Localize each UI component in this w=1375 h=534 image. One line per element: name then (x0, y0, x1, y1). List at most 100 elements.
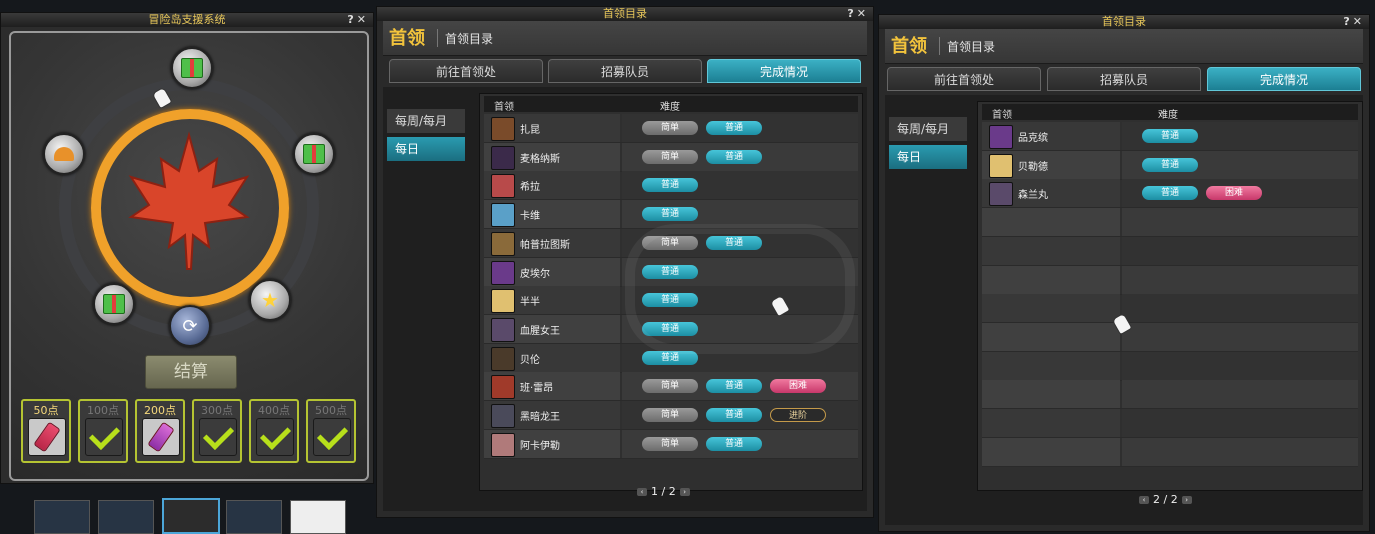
difficulty-badge[interactable]: 简单 (642, 436, 698, 451)
pagination: ‹ 2 / 2 › (1135, 493, 1196, 506)
refresh-icon[interactable]: ⟳ (169, 305, 211, 347)
boss-name-cell (982, 380, 1120, 409)
title-bar[interactable]: 冒险岛支援系统 ?✕ (1, 13, 373, 27)
difficulty-cell (1122, 236, 1358, 265)
reward-500[interactable]: 500点 (306, 399, 356, 463)
maple-leaf-icon (128, 131, 250, 270)
thumbnail[interactable] (226, 500, 282, 534)
table-row[interactable]: 品克缤 普通 (982, 122, 1358, 151)
thumbnail[interactable] (34, 500, 90, 534)
difficulty-cell: 普通 (1122, 150, 1358, 179)
reward-300[interactable]: 300点 (192, 399, 242, 463)
boss-name-cell: 半半 (484, 286, 620, 315)
side-weekly-monthly[interactable]: 每周/每月 (387, 109, 465, 133)
title-bar[interactable]: 首领目录 ?✕ (879, 15, 1369, 29)
gift-box-icon[interactable] (293, 133, 335, 175)
table-row[interactable]: 贝勒德 普通 (982, 150, 1358, 180)
difficulty-cell: 普通 (1122, 122, 1358, 150)
difficulty-badge[interactable]: 普通 (1142, 157, 1198, 172)
difficulty-badge[interactable]: 普通 (1142, 129, 1198, 143)
difficulty-badge[interactable]: 普通 (642, 178, 698, 193)
boss-name-cell (982, 265, 1120, 294)
difficulty-badge[interactable]: 普通 (706, 149, 762, 164)
potion-icon (147, 421, 175, 453)
reward-200[interactable]: 200点 (135, 399, 185, 463)
table-row[interactable]: 阿卡伊勒 简单 普通 (484, 429, 858, 459)
tab-recruit[interactable]: 招募队员 (1047, 67, 1201, 91)
boss-name-cell: 品克缤 (982, 122, 1120, 150)
difficulty-cell (1122, 208, 1358, 237)
difficulty-badge[interactable]: 普通 (706, 436, 762, 451)
difficulty-badge[interactable]: 困难 (770, 379, 826, 394)
boss-name-cell: 希拉 (484, 171, 620, 200)
boss-name-cell (982, 437, 1120, 466)
thumbnail-active[interactable] (162, 498, 220, 534)
boss-name-cell: 贝勒德 (982, 150, 1120, 179)
difficulty-badge[interactable]: 普通 (642, 207, 698, 222)
table-row (982, 351, 1358, 381)
gift-box-icon[interactable] (171, 47, 213, 89)
next-page-icon[interactable]: › (679, 488, 690, 496)
boss-list: 首领 难度 品克缤 普通 贝勒德 普通 森兰丸 普通 困难 (977, 101, 1363, 491)
side-weekly-monthly[interactable]: 每周/每月 (889, 117, 967, 141)
boss-name: 帕普拉图斯 (520, 239, 570, 251)
table-row[interactable]: 班·雷昂 简单 普通 困难 (484, 372, 858, 402)
boss-name-cell: 麦格纳斯 (484, 142, 620, 171)
difficulty-badge[interactable]: 简单 (642, 149, 698, 164)
boss-name-cell (982, 409, 1120, 437)
table-row[interactable]: 黑暗龙王 简单 普通 进阶 (484, 401, 858, 430)
window-thumbnails (30, 497, 350, 534)
difficulty-badge[interactable]: 简单 (642, 121, 698, 135)
table-row[interactable]: 希拉 普通 (484, 171, 858, 201)
help-icon[interactable]: ? (847, 7, 856, 20)
boss-name-cell: 班·雷昂 (484, 372, 620, 401)
difficulty-badge[interactable]: 困难 (1206, 186, 1262, 201)
boss-portrait-icon (491, 231, 515, 256)
difficulty-badge[interactable]: 普通 (1142, 186, 1198, 201)
difficulty-badge[interactable]: 进阶 (770, 408, 826, 422)
prev-page-icon[interactable]: ‹ (1139, 496, 1149, 504)
table-row[interactable]: 麦格纳斯 简单 普通 (484, 142, 858, 172)
reward-400[interactable]: 400点 (249, 399, 299, 463)
boss-name: 品克缤 (1018, 133, 1048, 144)
mushroom-clock-icon[interactable] (43, 133, 85, 175)
difficulty-badge[interactable]: 普通 (706, 408, 762, 422)
reward-100[interactable]: 100点 (78, 399, 128, 463)
table-row[interactable]: 森兰丸 普通 困难 (982, 179, 1358, 209)
close-icon[interactable]: ✕ (1353, 15, 1365, 28)
close-icon[interactable]: ✕ (857, 7, 869, 20)
help-icon[interactable]: ? (1343, 15, 1352, 28)
thumbnail[interactable] (98, 500, 154, 534)
support-system-window: 冒险岛支援系统 ?✕ ★ ⟳ 结算 50点 100点 200点 300点 400… (0, 12, 374, 484)
table-row (982, 409, 1358, 438)
thumbnail[interactable] (290, 500, 346, 534)
table-row[interactable]: 扎昆 简单 普通 (484, 114, 858, 143)
gift-box-icon[interactable] (93, 283, 135, 325)
next-page-icon[interactable]: › (1181, 496, 1192, 504)
page-indicator: 2 / 2 (1153, 493, 1178, 506)
tab-recruit[interactable]: 招募队员 (548, 59, 702, 83)
difficulty-badge[interactable]: 普通 (706, 379, 762, 394)
help-icon[interactable]: ? (347, 13, 356, 26)
settle-button[interactable]: 结算 (145, 355, 237, 389)
table-row (982, 208, 1358, 238)
prev-page-icon[interactable]: ‹ (637, 488, 647, 496)
difficulty-badge[interactable]: 简单 (642, 379, 698, 394)
difficulty-badge[interactable]: 简单 (642, 408, 698, 422)
reward-50[interactable]: 50点 (21, 399, 71, 463)
boss-portrait-icon (491, 432, 515, 457)
difficulty-cell: 简单 普通 (622, 429, 858, 458)
close-icon[interactable]: ✕ (357, 13, 369, 26)
page-indicator: 1 / 2 (651, 485, 676, 498)
star-badge-icon[interactable]: ★ (249, 279, 291, 321)
side-daily[interactable]: 每日 (889, 145, 967, 169)
tab-go-to-boss[interactable]: 前往首领处 (389, 59, 543, 83)
side-daily[interactable]: 每日 (387, 137, 465, 161)
title-bar[interactable]: 首领目录 ?✕ (377, 7, 873, 21)
difficulty-badge[interactable]: 普通 (706, 121, 762, 135)
tab-go-to-boss[interactable]: 前往首领处 (887, 67, 1041, 91)
tab-completion[interactable]: 完成情况 (707, 59, 861, 83)
boss-portrait-icon (491, 260, 515, 285)
col-difficulty: 难度 (1158, 110, 1178, 121)
tab-completion[interactable]: 完成情况 (1207, 67, 1361, 91)
